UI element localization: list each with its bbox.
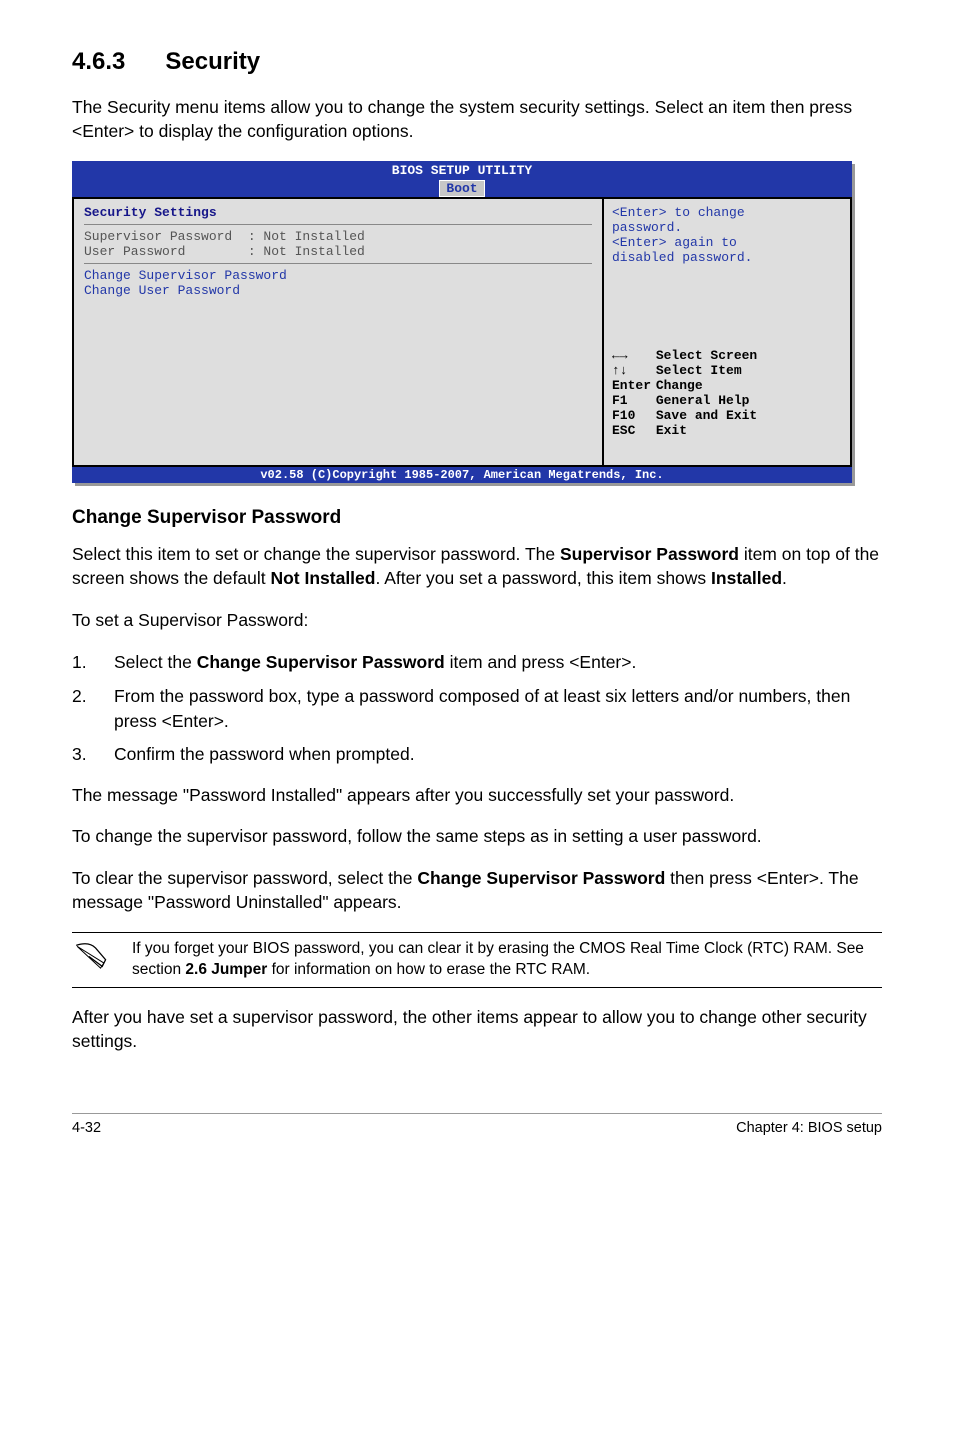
bios-supervisor-row: Supervisor Password : Not Installed [84, 229, 592, 244]
bios-section-title: Security Settings [84, 205, 592, 220]
note-text: If you forget your BIOS password, you ca… [132, 939, 882, 981]
bios-user-row: User Password : Not Installed [84, 244, 592, 259]
steps-list: 1.Select the Change Supervisor Password … [72, 650, 882, 768]
paragraph-2: To set a Supervisor Password: [72, 609, 882, 633]
bios-help-text: <Enter> to change password. <Enter> agai… [612, 205, 842, 265]
section-title: Security [165, 48, 260, 75]
bios-header: BIOS SETUP UTILITY Boot [72, 161, 852, 197]
note-pencil-icon [72, 939, 132, 980]
step-1: 1.Select the Change Supervisor Password … [72, 650, 882, 675]
chapter-label: Chapter 4: BIOS setup [736, 1120, 882, 1136]
page-footer: 4-32 Chapter 4: BIOS setup [72, 1113, 882, 1136]
bios-right-pane: <Enter> to change password. <Enter> agai… [602, 199, 852, 467]
paragraph-6: After you have set a supervisor password… [72, 1006, 882, 1053]
bios-footer: v02.58 (C)Copyright 1985-2007, American … [72, 467, 852, 483]
paragraph-4: To change the supervisor password, follo… [72, 825, 882, 849]
intro-text: The Security menu items allow you to cha… [72, 96, 882, 143]
paragraph-3: The message "Password Installed" appears… [72, 784, 882, 808]
bios-boot-tab: Boot [439, 180, 484, 198]
bios-change-user: Change User Password [84, 283, 592, 298]
bios-nav-help: ←→ Select Screen ↑↓ Select Item Enter Ch… [612, 333, 842, 459]
section-heading: 4.6.3 Security [72, 48, 882, 76]
bios-left-pane: Security Settings Supervisor Password : … [72, 199, 602, 467]
bios-screenshot: BIOS SETUP UTILITY Boot Security Setting… [72, 161, 852, 483]
section-number: 4.6.3 [72, 48, 125, 76]
paragraph-5: To clear the supervisor password, select… [72, 867, 882, 914]
bios-title: BIOS SETUP UTILITY [72, 163, 852, 179]
page-number: 4-32 [72, 1120, 101, 1136]
bios-change-supervisor: Change Supervisor Password [84, 268, 592, 283]
paragraph-1: Select this item to set or change the su… [72, 543, 882, 590]
note-block: If you forget your BIOS password, you ca… [72, 932, 882, 988]
subheading: Change Supervisor Password [72, 507, 882, 529]
step-3: 3.Confirm the password when prompted. [72, 742, 882, 767]
step-2: 2.From the password box, type a password… [72, 684, 882, 735]
